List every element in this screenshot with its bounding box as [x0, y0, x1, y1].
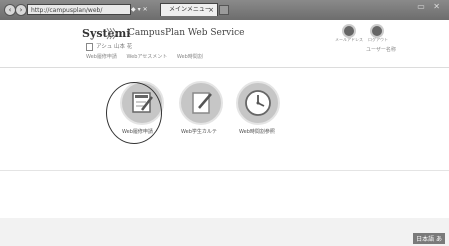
- browser-tab[interactable]: メインメニュー ×: [160, 3, 218, 16]
- link-timetable[interactable]: Web時間割: [177, 54, 203, 60]
- gear-icon[interactable]: [342, 24, 356, 38]
- content-divider: [0, 170, 449, 171]
- user-name-label: ユーザー名称: [366, 47, 396, 53]
- forward-icon[interactable]: ›: [15, 4, 27, 16]
- document-icon: [86, 42, 93, 51]
- address-bar[interactable]: http://campusplan/web/: [27, 4, 131, 15]
- address-bar-icons[interactable]: ◆▾✕: [131, 4, 161, 15]
- ime-indicator: 日本語 あ: [413, 233, 445, 244]
- notepad-pencil-icon: [192, 92, 212, 114]
- timetable-label: Web時間割参照: [239, 129, 275, 135]
- logo-arrows: 〉〉〉: [106, 27, 124, 41]
- clock-icon: [245, 90, 271, 116]
- gear-icon-label: メールアドレス: [335, 37, 363, 42]
- tab-title: メインメニュー: [169, 6, 211, 13]
- link-registration[interactable]: Web履修申請: [86, 54, 117, 60]
- timetable-button[interactable]: [236, 81, 280, 125]
- new-tab-button[interactable]: [219, 5, 229, 15]
- service-title: CampusPlan Web Service: [128, 28, 245, 38]
- student-karte-button[interactable]: [179, 81, 223, 125]
- main-content: [0, 68, 449, 170]
- browser-titlebar: ‹ › http://campusplan/web/ ◆▾✕ メインメニュー ×…: [0, 0, 449, 20]
- top-links: Web履修申請 Webアセスメント Web時間割: [86, 53, 211, 60]
- user-info-text: アシュ 山本 花: [96, 44, 133, 50]
- logout-icon-label: ログアウト: [368, 37, 388, 42]
- window-controls[interactable]: ▭ ✕: [417, 2, 443, 11]
- user-info-bar: アシュ 山本 花: [86, 42, 132, 51]
- tab-close-icon[interactable]: ×: [208, 4, 214, 16]
- student-karte-label: Web学生カルテ: [181, 129, 217, 135]
- logout-icon[interactable]: [370, 24, 384, 38]
- footer-area: [0, 218, 449, 246]
- highlight-circle: [106, 82, 162, 144]
- link-assessment[interactable]: Webアセスメント: [127, 54, 168, 60]
